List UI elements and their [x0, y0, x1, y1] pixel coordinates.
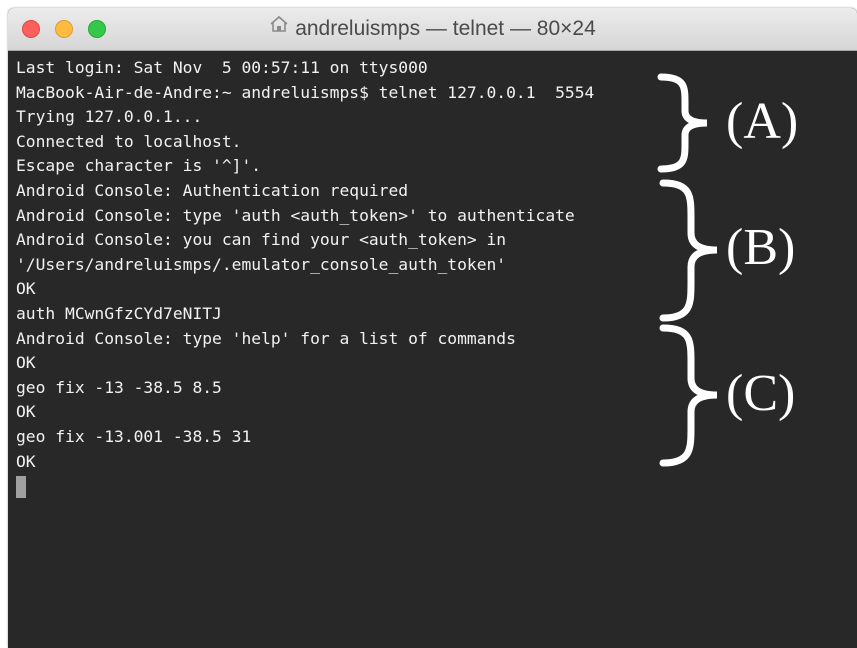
- window-title-text: andreluismps — telnet — 80×24: [295, 17, 596, 40]
- terminal-window: andreluismps — telnet — 80×24 Last login…: [8, 8, 857, 648]
- brace-c: [659, 324, 718, 467]
- annotation-b: (B): [726, 219, 796, 276]
- terminal-line: Connected to localhost.: [16, 131, 242, 151]
- brace-b: [659, 179, 718, 322]
- terminal-line: Trying 127.0.0.1...: [16, 107, 203, 127]
- title-bar[interactable]: andreluismps — telnet — 80×24: [8, 8, 857, 51]
- terminal-line: MacBook-Air-de-Andre:~ andreluismps$ tel…: [16, 82, 595, 102]
- annotation-a: (A): [726, 93, 799, 150]
- brace-a: [657, 73, 708, 173]
- window-title: andreluismps — telnet — 80×24: [8, 8, 857, 50]
- home-folder-icon: [269, 8, 289, 48]
- text-cursor: [16, 475, 26, 498]
- terminal-line: Last login: Sat Nov 5 00:57:11 on ttys00…: [16, 58, 428, 77]
- annotation-c: (C): [726, 365, 796, 422]
- terminal-prompt-line[interactable]: [16, 474, 846, 499]
- terminal-line: Escape character is '^]'.: [16, 156, 262, 176]
